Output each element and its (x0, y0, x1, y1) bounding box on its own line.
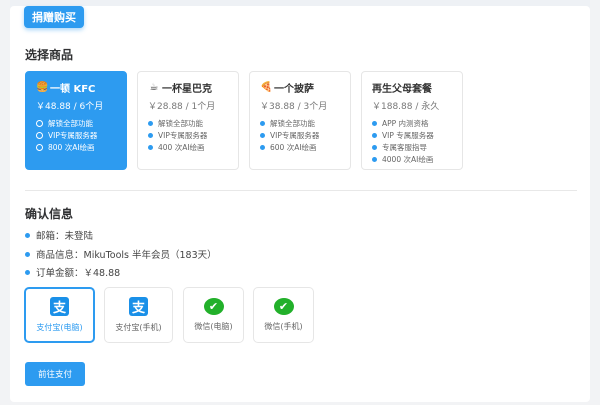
product-card[interactable]: 🍔 一顿 KFC ￥48.88 / 6个月 解锁全部功能 VIP专属服务器 800 次AI… (25, 71, 127, 170)
feature-text: VIP 专属服务器 (382, 130, 434, 140)
feature-text: VIP专属服务器 (48, 130, 98, 140)
info-text: 商品信息：MikuTools 半年会员（183天） (36, 250, 217, 261)
feature-item: VIP 专属服务器 (372, 129, 462, 141)
feature-text: VIP专属服务器 (158, 130, 208, 140)
confirm-info-heading: 确认信息 (25, 207, 74, 221)
pay-label: 支付宝(手机) (115, 323, 162, 332)
alipay-icon: 支 (50, 297, 69, 316)
bullet-icon (260, 120, 265, 126)
pay-wechat-pc[interactable]: ✔ 微信(电脑) (183, 287, 244, 343)
wechat-icon: ✔ (203, 298, 224, 315)
product-price: ￥28.88 (148, 102, 183, 112)
product-title: 再生父母套餐 (372, 80, 462, 95)
bullet-icon (372, 132, 377, 138)
feature-item: 专属客服指导 (372, 141, 462, 153)
feature-item: APP 内测资格 (372, 117, 462, 129)
product-price: ￥38.88 (260, 102, 295, 112)
bullet-icon (36, 119, 43, 127)
info-email: 邮箱：未登陆 (25, 228, 93, 242)
pay-alipay-pc[interactable]: 支支付宝(电脑) (24, 287, 95, 343)
bullet-icon (25, 251, 30, 257)
feature-item: 600 次AI绘画 (260, 141, 350, 153)
tab-donate-purchase[interactable]: 捐赠购买 (24, 6, 84, 28)
product-price-line: ￥28.88 / 1个月 (148, 102, 216, 112)
product-name: 一顿 KFC (50, 83, 96, 95)
product-icon: 🍕 (260, 81, 273, 93)
wechat-icon: ✔ (273, 298, 294, 315)
bullet-icon (372, 156, 377, 162)
product-period: 1个月 (191, 102, 216, 112)
product-price-line: ￥38.88 / 3个月 (260, 102, 328, 112)
feature-text: VIP专属服务器 (270, 130, 320, 140)
product-price: ￥188.88 (372, 102, 413, 112)
pay-label: 微信(手机) (264, 322, 303, 331)
product-icon: 🍔 (36, 81, 49, 93)
product-price: ￥48.88 (36, 102, 71, 112)
feature-item: 解锁全部功能 (260, 117, 350, 129)
pay-wechat-mobile[interactable]: ✔ 微信(手机) (253, 287, 314, 343)
feature-text: 600 次AI绘画 (270, 142, 317, 152)
select-product-heading: 选择商品 (25, 48, 74, 62)
product-card[interactable]: 🍕 一个披萨 ￥38.88 / 3个月 解锁全部功能 VIP专属服务器 600 次AI绘画 (249, 71, 351, 170)
feature-item: 解锁全部功能 (148, 117, 238, 129)
product-price-line: ￥188.88 / 永久 (372, 102, 440, 112)
product-title: 🍔 一顿 KFC (36, 80, 126, 95)
feature-item: 400 次AI绘画 (148, 141, 238, 153)
feature-text: 解锁全部功能 (270, 118, 315, 128)
alipay-icon: 支 (129, 297, 148, 316)
product-title: ☕ 一杯星巴克 (148, 80, 238, 95)
product-period: 6个月 (79, 102, 104, 112)
pay-label: 微信(电脑) (194, 322, 233, 331)
product-name: 一杯星巴克 (162, 83, 212, 95)
bullet-icon (148, 144, 153, 150)
info-product: 商品信息：MikuTools 半年会员（183天） (25, 247, 217, 261)
product-card[interactable]: ☕ 一杯星巴克 ￥28.88 / 1个月 解锁全部功能 VIP专属服务器 400 次AI绘… (137, 71, 239, 170)
feature-item: VIP专属服务器 (36, 129, 126, 141)
feature-text: 专属客服指导 (382, 142, 427, 152)
bullet-icon (260, 144, 265, 150)
feature-text: 4000 次AI绘画 (382, 154, 434, 164)
bullet-icon (260, 132, 265, 138)
info-text: 邮箱：未登陆 (36, 231, 94, 242)
bullet-icon (148, 132, 153, 138)
bullet-icon (25, 269, 30, 275)
feature-text: 800 次AI绘画 (48, 142, 95, 152)
product-card[interactable]: 再生父母套餐 ￥188.88 / 永久 APP 内测资格 VIP 专属服务器 专属客服指… (361, 71, 463, 170)
pay-label: 支付宝(电脑) (36, 323, 83, 332)
product-title: 🍕 一个披萨 (260, 80, 350, 95)
pay-alipay-mobile[interactable]: 支支付宝(手机) (104, 287, 173, 343)
bullet-icon (25, 232, 30, 238)
feature-item: 800 次AI绘画 (36, 141, 126, 153)
feature-item: VIP专属服务器 (148, 129, 238, 141)
feature-item: 解锁全部功能 (36, 117, 126, 129)
product-icon: ☕ (149, 81, 159, 93)
feature-item: 4000 次AI绘画 (372, 153, 462, 165)
divider (25, 190, 577, 191)
feature-item: VIP专属服务器 (260, 129, 350, 141)
product-price-line: ￥48.88 / 6个月 (36, 102, 104, 112)
feature-text: 解锁全部功能 (158, 118, 203, 128)
product-period: 永久 (421, 102, 440, 112)
feature-text: 400 次AI绘画 (158, 142, 205, 152)
bullet-icon (372, 144, 377, 150)
feature-text: APP 内测资格 (382, 118, 429, 128)
info-amount: 订单金额：￥48.88 (25, 265, 120, 279)
info-text: 订单金额：￥48.88 (36, 268, 121, 279)
go-pay-button[interactable]: 前往支付 (25, 362, 85, 386)
bullet-icon (372, 120, 377, 126)
product-name: 再生父母套餐 (372, 83, 432, 95)
bullet-icon (36, 143, 43, 151)
product-name: 一个披萨 (274, 83, 314, 95)
feature-text: 解锁全部功能 (48, 118, 93, 128)
bullet-icon (148, 120, 153, 126)
bullet-icon (36, 131, 43, 139)
product-period: 3个月 (303, 102, 328, 112)
